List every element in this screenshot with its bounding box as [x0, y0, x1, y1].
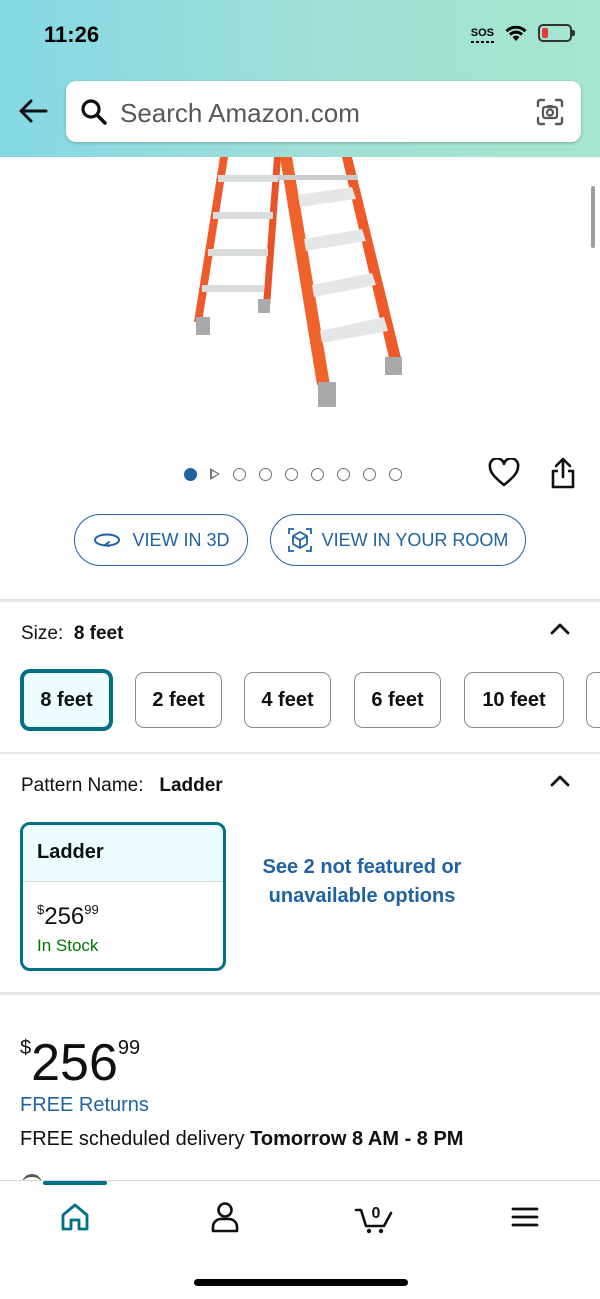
view-in-3d-button[interactable]: VIEW IN 3D — [74, 514, 248, 566]
carousel-dot[interactable] — [285, 467, 298, 481]
size-label: Size: 8 feet — [21, 623, 123, 645]
status-icons: SOS — [470, 24, 575, 43]
pattern-label-text: Pattern Name: — [21, 775, 144, 796]
pattern-selected-value: Ladder — [159, 775, 223, 796]
delivery-prefix: FREE scheduled delivery — [20, 1128, 245, 1150]
heart-icon[interactable] — [488, 458, 520, 488]
divider — [0, 992, 600, 995]
price-fraction: 99 — [117, 1037, 141, 1059]
divider — [0, 599, 600, 602]
free-returns-link[interactable]: FREE Returns — [20, 1094, 149, 1117]
rotate-3d-icon — [94, 533, 121, 547]
carousel-dot[interactable] — [233, 467, 246, 481]
view-in-your-room-button[interactable]: VIEW IN YOUR ROOM — [270, 514, 526, 566]
scrollbar[interactable] — [591, 186, 595, 248]
back-arrow-icon[interactable] — [16, 94, 50, 128]
camera-scan-icon[interactable] — [535, 97, 565, 127]
search-icon — [81, 99, 107, 125]
carousel-dot[interactable] — [337, 467, 350, 481]
product-price: $25699 — [20, 1020, 140, 1091]
carousel-dot[interactable] — [311, 467, 324, 481]
home-icon[interactable] — [55, 1199, 95, 1235]
chevron-up-icon[interactable] — [548, 773, 572, 789]
home-indicator — [194, 1279, 408, 1286]
share-icon[interactable] — [549, 456, 577, 490]
carousel-dot[interactable] — [363, 467, 376, 481]
carousel-dot[interactable] — [389, 467, 402, 481]
stock-status: In Stock — [37, 936, 99, 955]
size-label-text: Size: — [21, 623, 64, 644]
carousel-dot[interactable] — [259, 467, 272, 481]
size-option-8-feet[interactable]: 8 feet — [21, 670, 112, 730]
size-option-partial[interactable] — [586, 672, 600, 728]
sos-indicator: SOS — [470, 26, 495, 43]
divider — [0, 752, 600, 754]
price-whole: 256 — [44, 903, 85, 930]
cart-count: 0 — [372, 1205, 381, 1222]
pattern-option-card[interactable]: Ladder $25699 In Stock — [20, 822, 226, 971]
search-input[interactable]: Search Amazon.com — [66, 81, 581, 142]
view-in-3d-label: VIEW IN 3D — [132, 529, 230, 550]
carousel-dot-active[interactable] — [184, 467, 197, 481]
product-image[interactable] — [180, 157, 420, 412]
size-option-2-feet[interactable]: 2 feet — [135, 672, 222, 728]
wifi-icon — [505, 25, 527, 41]
price-whole: 256 — [31, 1034, 118, 1092]
account-icon[interactable] — [205, 1199, 245, 1235]
delivery-time: Tomorrow 8 AM - 8 PM — [250, 1128, 464, 1150]
size-option-4-feet[interactable]: 4 feet — [244, 672, 331, 728]
cart-icon[interactable]: 0 — [354, 1199, 394, 1235]
menu-icon[interactable] — [505, 1199, 545, 1235]
see-unavailable-options-link[interactable]: See 2 not featured or unavailable option… — [258, 853, 466, 911]
search-placeholder: Search Amazon.com — [120, 98, 360, 128]
pattern-label: Pattern Name: Ladder — [21, 775, 223, 797]
battery-icon — [538, 24, 575, 42]
price-fraction: 99 — [84, 902, 99, 917]
size-option-6-feet[interactable]: 6 feet — [354, 672, 441, 728]
header: 11:26 SOS Search Amazon.com — [0, 0, 600, 157]
view-in-your-room-label: VIEW IN YOUR ROOM — [321, 529, 509, 550]
size-selected-value: 8 feet — [73, 623, 124, 644]
pattern-option-price: $25699 — [37, 902, 99, 931]
video-play-icon[interactable] — [210, 468, 220, 480]
delivery-info: FREE scheduled delivery Tomorrow 8 AM - … — [20, 1128, 463, 1151]
ar-cube-icon — [287, 528, 312, 552]
chevron-up-icon[interactable] — [548, 621, 572, 637]
active-tab-indicator — [43, 1181, 107, 1185]
pattern-option-name: Ladder — [23, 825, 223, 882]
size-option-10-feet[interactable]: 10 feet — [464, 672, 564, 728]
status-time: 11:26 — [44, 22, 100, 47]
price-currency: $ — [20, 1037, 32, 1059]
image-carousel-indicator[interactable] — [184, 467, 402, 481]
